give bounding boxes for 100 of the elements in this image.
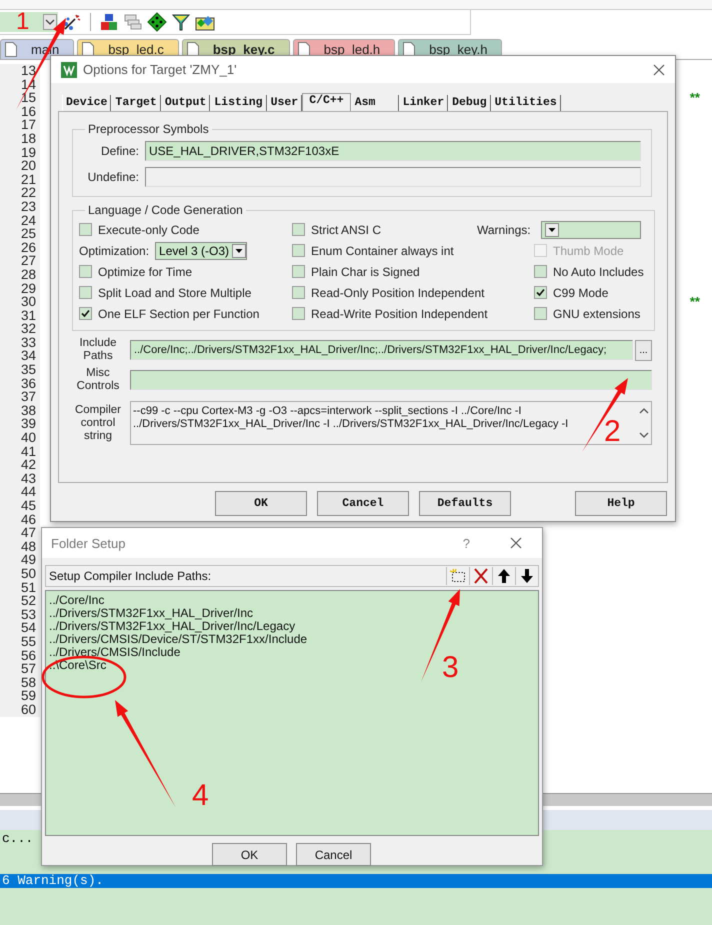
checkbox-label: GNU extensions — [553, 306, 640, 320]
browse-button[interactable]: ... — [635, 340, 652, 360]
checkbox-label: C99 Mode — [553, 286, 608, 300]
undefine-field[interactable] — [145, 167, 641, 187]
dialog-button[interactable]: Cancel — [317, 491, 409, 516]
help-button[interactable]: ? — [462, 536, 470, 550]
checkbox-label: Split Load and Store Multiple — [98, 286, 252, 300]
dialog-button[interactable]: Cancel — [296, 843, 371, 866]
dialog-button[interactable]: OK — [212, 843, 287, 866]
dialog-tab[interactable]: Device — [62, 95, 112, 111]
list-header: Setup Compiler Include Paths: — [49, 569, 212, 583]
checkbox[interactable] — [292, 265, 305, 278]
line-number: 41 — [0, 444, 40, 458]
dialog-title: Folder Setup — [51, 536, 126, 550]
build-output-line: c... — [1, 832, 34, 846]
chevron-down-icon — [43, 14, 57, 30]
checkbox[interactable] — [534, 307, 547, 320]
dialog-title: Options for Target 'ZMY_1' — [83, 62, 237, 77]
path-list-item[interactable]: ../Core/Inc — [49, 594, 104, 607]
checkbox-label: No Auto Includes — [553, 264, 644, 278]
line-number: 58 — [0, 676, 40, 690]
include-paths-field[interactable]: ../Core/Inc;../Drivers/STM32F1xx_HAL_Driver/Inc;../Drivers/STM32F1xx_HAL_Driver/Inc/Legacy; — [130, 340, 633, 360]
target-dropdown[interactable] — [0, 12, 58, 32]
checkbox[interactable] — [534, 286, 547, 299]
close-icon[interactable] — [510, 537, 522, 549]
dialog-button[interactable]: OK — [215, 491, 307, 516]
line-number: 39 — [0, 417, 40, 432]
line-number: 33 — [0, 336, 40, 350]
dropdown[interactable]: Level 3 (-O3) — [155, 242, 248, 260]
line-number: 20 — [0, 159, 40, 173]
line-number: 35 — [0, 363, 40, 377]
line-number: 47 — [0, 526, 40, 540]
annotation-number: 1 — [16, 11, 30, 33]
define-field[interactable]: USE_HAL_DRIVER,STM32F103xE — [145, 141, 641, 161]
line-number: 17 — [0, 118, 40, 132]
checkbox-label: Thumb Mode — [553, 244, 624, 258]
field-label: Warnings: — [477, 222, 531, 236]
checkbox[interactable] — [292, 244, 305, 257]
line-number: 56 — [0, 648, 40, 662]
line-number: 55 — [0, 634, 40, 649]
misc-controls-field[interactable] — [130, 370, 652, 390]
dialog-tab[interactable]: Listing — [210, 95, 267, 111]
dialog-button[interactable]: Defaults — [419, 491, 511, 516]
line-number: 23 — [0, 200, 40, 214]
path-list-item[interactable]: ../Drivers/STM32F1xx_HAL_Driver/Inc/Legacy — [49, 620, 296, 633]
dialog-tab[interactable]: Output — [160, 95, 210, 111]
line-number: 36 — [0, 376, 40, 390]
diamond-dots-icon[interactable] — [147, 12, 167, 32]
line-number: 31 — [0, 308, 40, 322]
checkbox[interactable] — [79, 223, 92, 236]
group-title: Preprocessor Symbols — [87, 122, 210, 136]
checkbox[interactable] — [292, 307, 305, 320]
dialog-tab[interactable]: Debug — [448, 95, 491, 111]
scroll-down-icon[interactable] — [639, 431, 649, 439]
dialog-tab[interactable]: Linker — [398, 95, 448, 111]
path-list-item[interactable]: ../Drivers/CMSIS/Include — [49, 646, 180, 659]
checkbox[interactable] — [79, 307, 92, 320]
line-number: 27 — [0, 254, 40, 268]
line-number: 54 — [0, 621, 40, 635]
dialog-tab[interactable]: Asm — [350, 95, 399, 111]
dialog-tab[interactable]: Utilities — [490, 95, 561, 111]
checkbox[interactable] — [79, 286, 92, 299]
line-number: 22 — [0, 186, 40, 200]
path-list-item[interactable]: ../Drivers/STM32F1xx_HAL_Driver/Inc — [49, 607, 254, 620]
line-number: 38 — [0, 404, 40, 418]
funnel-icon[interactable] — [171, 12, 191, 32]
line-number: 30 — [0, 295, 40, 309]
line-number: 19 — [0, 146, 40, 160]
line-number: 51 — [0, 580, 40, 594]
line-number: 37 — [0, 390, 40, 404]
cubes-icon[interactable] — [99, 12, 119, 32]
field-label: Define: — [100, 144, 140, 158]
checkbox[interactable] — [534, 265, 547, 278]
line-number: 44 — [0, 485, 40, 499]
dialog-tab[interactable]: C/C++ — [302, 93, 351, 111]
line-number: 53 — [0, 608, 40, 622]
line-number: 50 — [0, 566, 40, 581]
checkbox[interactable] — [292, 286, 305, 299]
line-number: 29 — [0, 282, 40, 296]
field-label: Compiler control string — [74, 404, 122, 442]
checkbox-label: Strict ANSI C — [311, 222, 382, 236]
checkbox-label: Read-Only Position Independent — [311, 286, 484, 300]
line-number: 49 — [0, 553, 40, 567]
checkbox-label: Optimize for Time — [98, 264, 192, 278]
field-label: Include Paths — [78, 337, 118, 363]
dialog-tab[interactable]: Target — [111, 95, 161, 111]
code-text: ** — [690, 295, 700, 309]
line-number: 48 — [0, 540, 40, 554]
annotation-number: 2 — [604, 416, 621, 448]
path-list-item[interactable]: ..\Core\Src — [49, 659, 106, 672]
close-icon[interactable] — [653, 64, 665, 76]
path-list-item[interactable]: ../Drivers/CMSIS/Device/ST/STM32F1xx/Include — [49, 633, 308, 646]
checkbox[interactable] — [79, 265, 92, 278]
dialog-button[interactable]: Help — [575, 491, 667, 516]
magic-wand-icon[interactable] — [62, 12, 82, 32]
scroll-up-icon[interactable] — [639, 407, 649, 415]
line-number: 32 — [0, 322, 40, 336]
field-label: Optimization: — [79, 244, 150, 258]
checkbox[interactable] — [292, 223, 305, 236]
dropdown[interactable] — [540, 220, 641, 238]
